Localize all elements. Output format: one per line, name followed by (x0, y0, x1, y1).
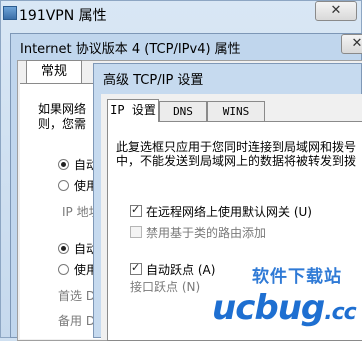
class-route-checkbox (130, 226, 142, 238)
class-route-label: 禁用基于类的路由添加 (146, 226, 267, 240)
manual-dns-radio[interactable] (58, 264, 69, 275)
watermark-site-name: 软件下载站 (252, 267, 342, 287)
alternate-dns-label: 备用 D (58, 314, 96, 328)
watermark-logo: ucbug.cc (212, 288, 357, 328)
interface-metric-label: 接口跃点 (N) (130, 280, 201, 294)
tab-general[interactable]: 常规 (26, 60, 82, 83)
manual-ip-radio[interactable] (58, 180, 69, 191)
ipv4-window-title: Internet 协议版本 4 (TCP/IPv4) 属性 (20, 42, 241, 57)
gateway-desc-line2: 中，不能发送到局域网上的数据将被转发到拨 (116, 154, 357, 168)
watermark-logo-tld: .cc (324, 300, 356, 325)
preferred-dns-label: 首选 D (58, 289, 96, 303)
tab-dns[interactable]: DNS (159, 101, 207, 121)
tab-wins[interactable]: WINS (207, 101, 265, 121)
default-gateway-checkbox[interactable] (130, 203, 142, 217)
intro-text-line2: 则，您需 (38, 117, 87, 131)
network-icon (3, 6, 17, 20)
auto-dns-radio[interactable] (58, 243, 69, 254)
watermark-logo-main: ucbug (212, 288, 325, 328)
auto-metric-checkbox[interactable] (130, 261, 142, 275)
vpn-close-button[interactable]: ✕ (315, 1, 357, 21)
vpn-window-title: 191VPN 属性 (19, 8, 107, 24)
advanced-window-title: 高级 TCP/IP 设置 (103, 73, 204, 88)
tab-ip-settings[interactable]: IP 设置 (107, 99, 159, 122)
site-watermark: 软件下载站 ucbug.cc (202, 262, 362, 332)
default-gateway-label: 在远程网络上使用默认网关 (U) (146, 205, 312, 219)
auto-ip-radio[interactable] (58, 159, 69, 170)
ipv4-close-button[interactable]: ✕ (341, 34, 362, 54)
